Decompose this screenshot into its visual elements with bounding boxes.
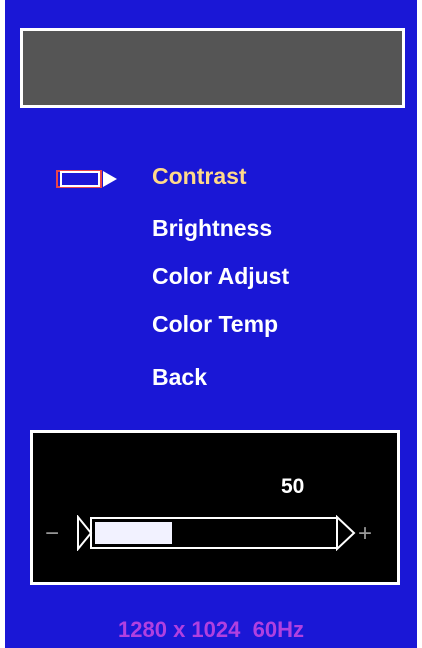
menu-item-contrast[interactable]: Contrast [152,163,247,190]
contrast-slider[interactable]: − + [43,515,383,551]
value-panel: 50 − + [30,430,400,585]
osd-menu-window: Contrast Brightness Color Adjust Color T… [5,0,417,648]
slider-right-arrow-icon[interactable] [336,515,356,551]
menu-item-back[interactable]: Back [152,364,207,391]
resolution-status: 1280 x 1024 60Hz [118,617,304,642]
decrease-symbol[interactable]: − [45,520,59,547]
slider-fill [95,522,172,544]
menu-item-color-temp[interactable]: Color Temp [152,311,278,338]
value-readout: 50 [281,475,305,498]
increase-symbol[interactable]: + [358,520,372,547]
menu-item-color-adjust[interactable]: Color Adjust [152,263,289,290]
slider-left-arrow-icon[interactable] [77,515,93,551]
title-panel [20,28,405,108]
pointer-arrow-icon [56,170,117,188]
menu-item-brightness[interactable]: Brightness [152,215,272,242]
